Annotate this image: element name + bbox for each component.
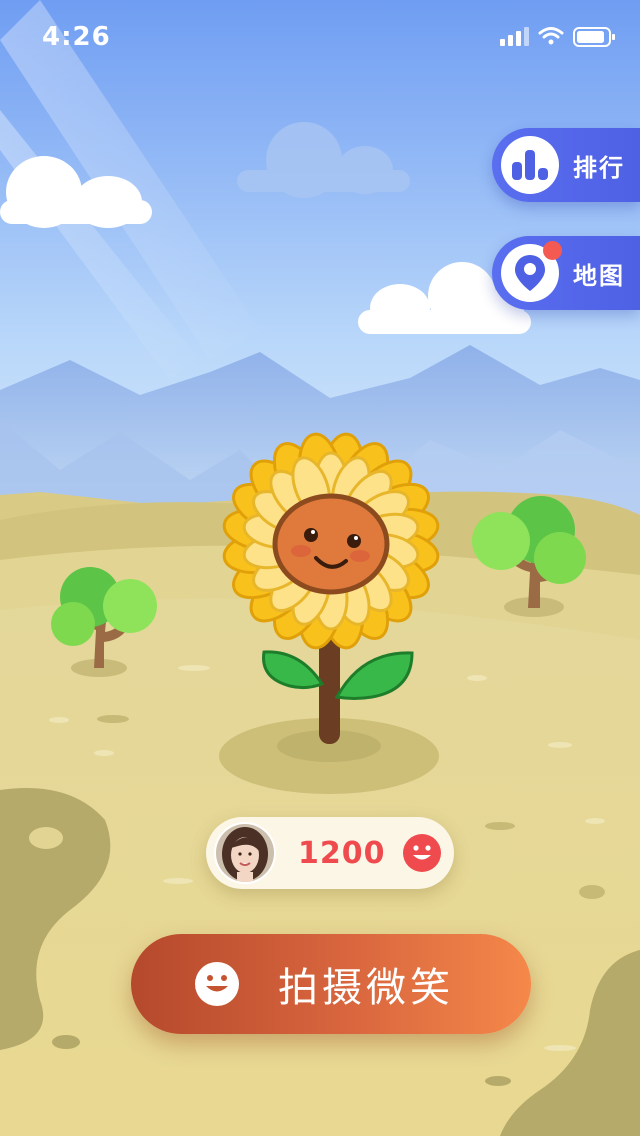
smile-face-icon <box>402 834 441 872</box>
status-icons <box>500 24 616 54</box>
status-bar: 4:26 <box>0 0 640 76</box>
notification-dot <box>543 241 562 260</box>
map-button[interactable]: 地图 <box>492 236 640 310</box>
smile-face-icon <box>195 962 239 1006</box>
map-icon-circle <box>501 241 562 302</box>
map-pin-icon <box>515 255 545 291</box>
capture-smile-button[interactable]: 拍摄微笑 <box>131 934 531 1034</box>
ranking-button[interactable]: 排行 <box>492 128 640 202</box>
signal-icon <box>500 27 529 46</box>
score-value: 1200 <box>298 835 386 871</box>
map-label: 地图 <box>573 261 625 290</box>
bar-chart-icon <box>512 150 548 180</box>
status-time: 4:26 <box>42 22 111 52</box>
ranking-label: 排行 <box>573 153 625 182</box>
ranking-icon-circle <box>501 136 559 194</box>
capture-button-label: 拍摄微笑 <box>278 965 454 1011</box>
sunflower-face <box>272 493 390 595</box>
wifi-icon <box>538 27 564 45</box>
avatar[interactable] <box>214 822 276 884</box>
score-pill: 1200 <box>206 817 454 889</box>
battery-icon <box>573 27 615 47</box>
